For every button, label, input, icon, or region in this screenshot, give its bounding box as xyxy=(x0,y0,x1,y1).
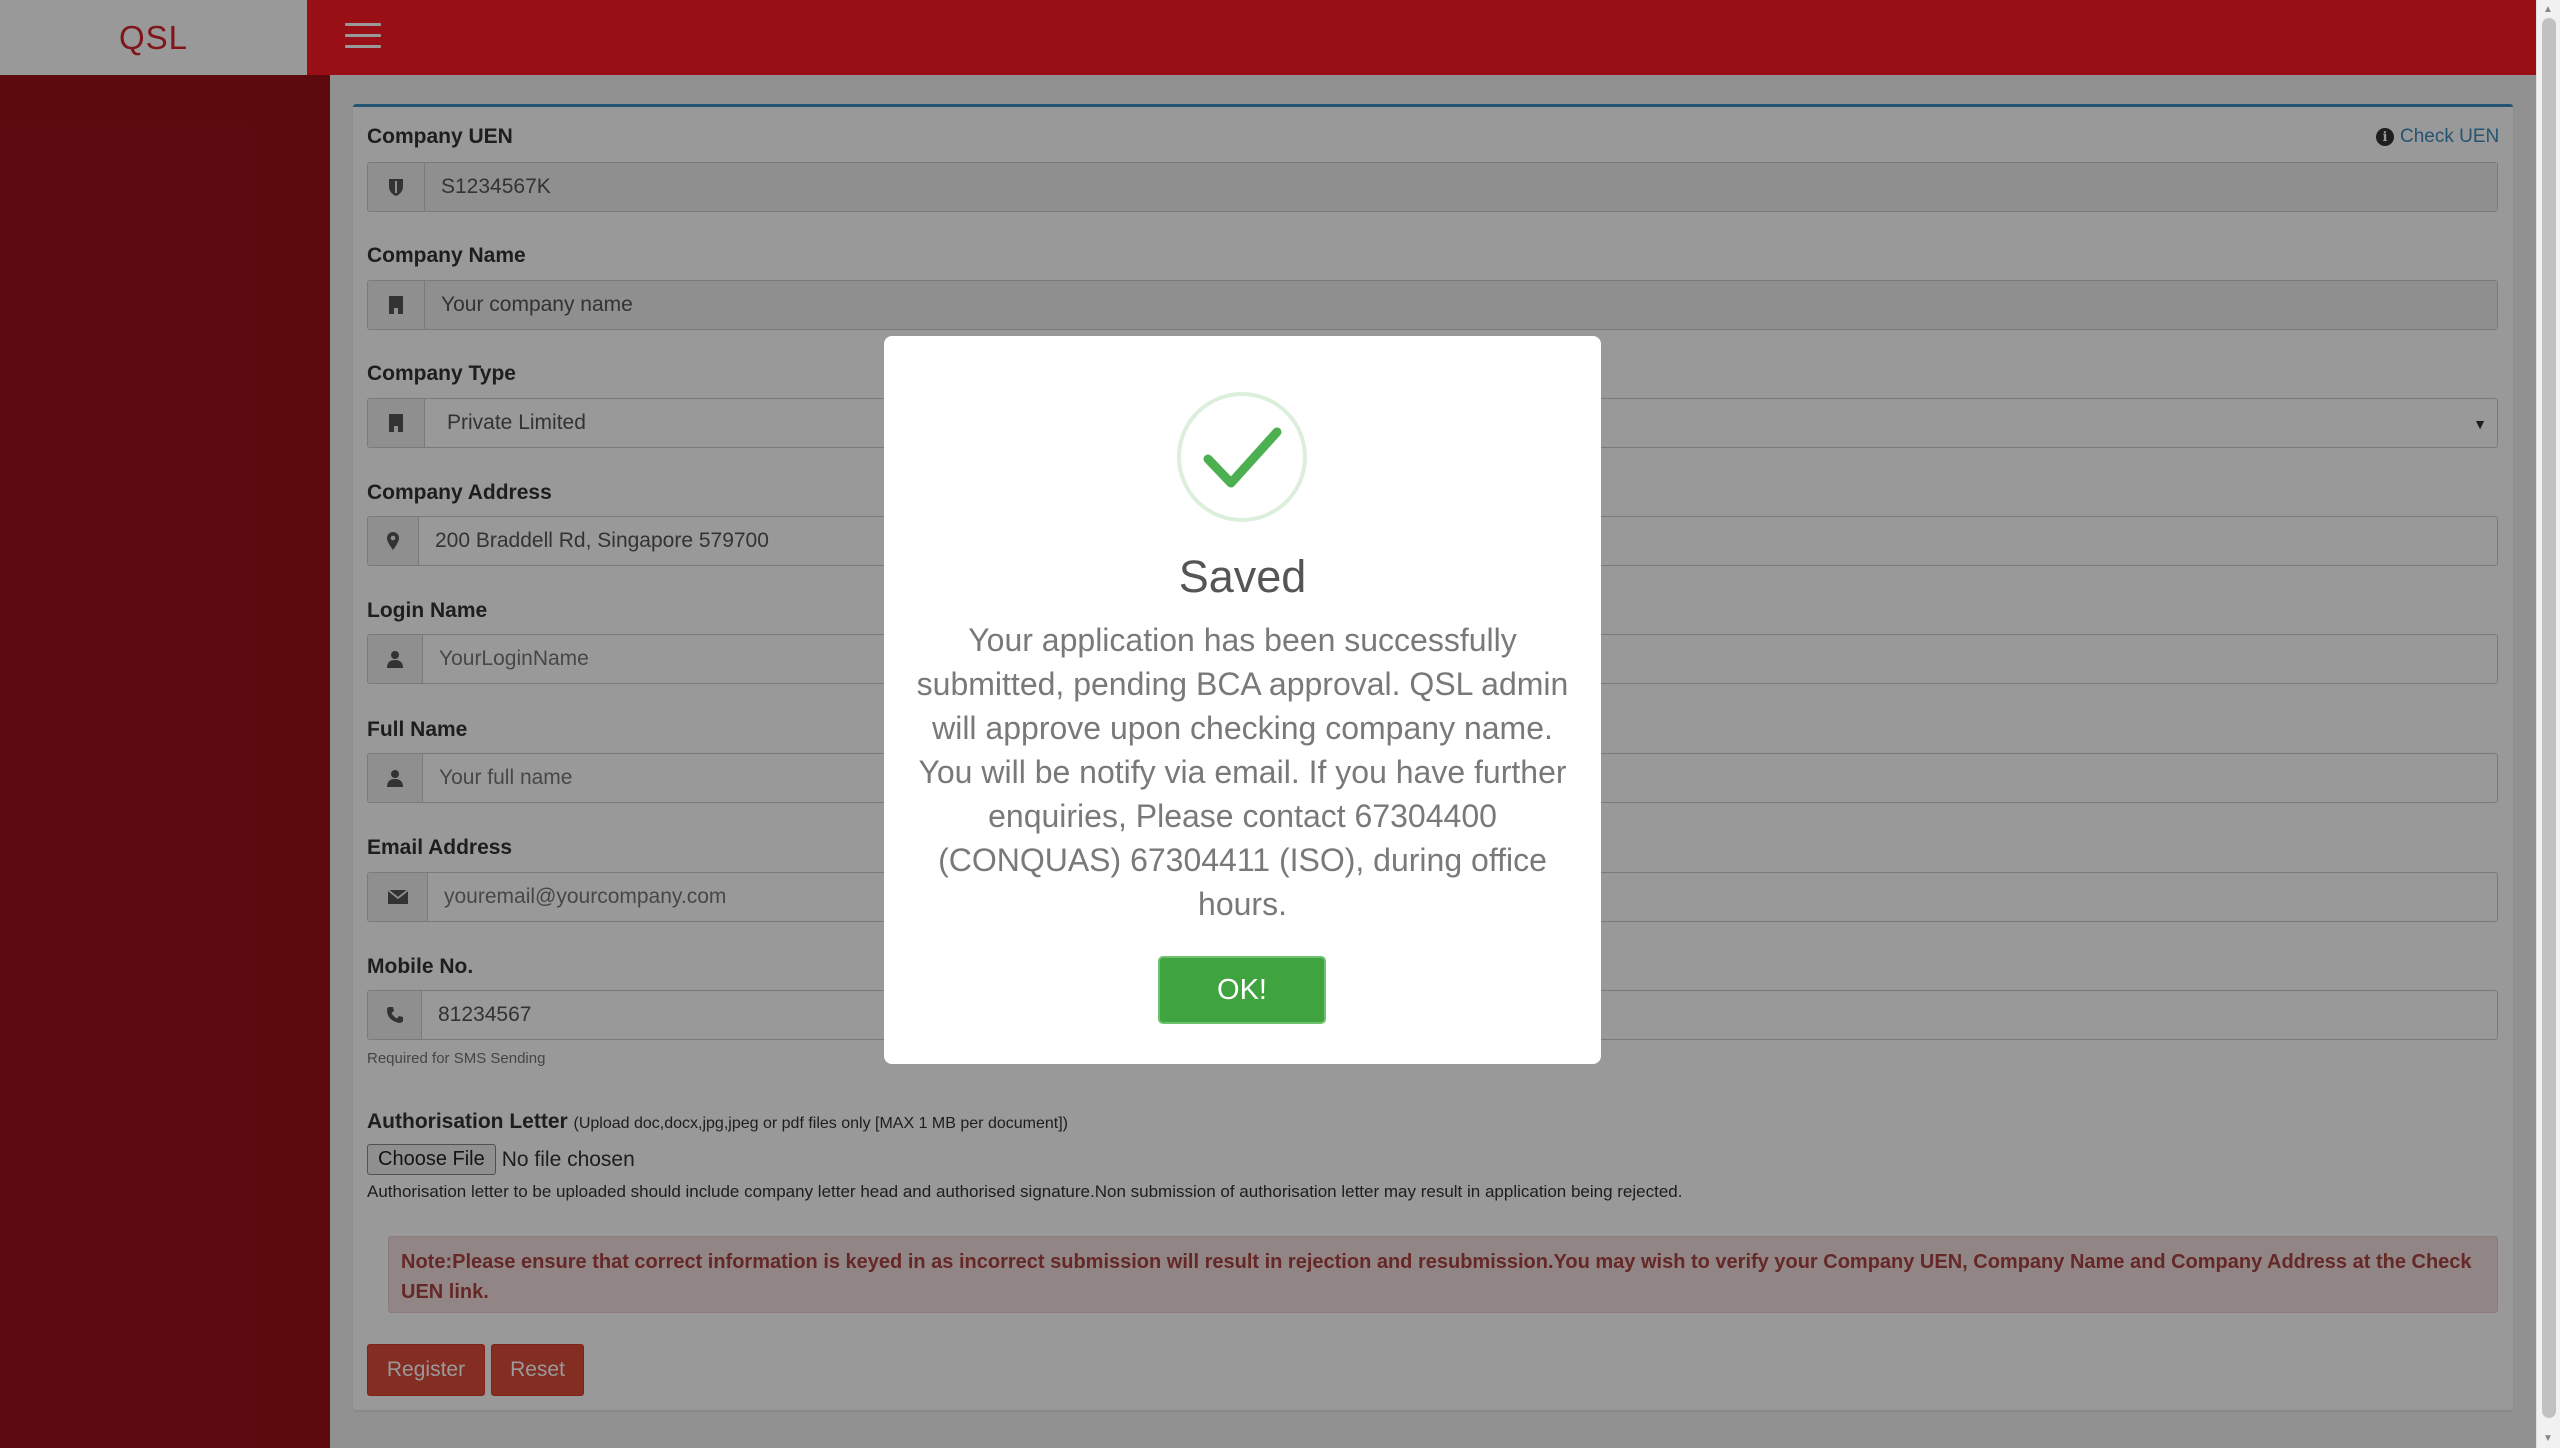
success-check-icon xyxy=(1177,392,1307,522)
scroll-down-icon[interactable]: ▼ xyxy=(2543,1433,2553,1444)
ok-button[interactable]: OK! xyxy=(1158,956,1326,1024)
dialog-message: Your application has been successfully s… xyxy=(916,622,1569,922)
scrollbar[interactable]: ▲ ▼ xyxy=(2536,0,2560,1448)
scroll-up-icon[interactable]: ▲ xyxy=(2543,4,2553,15)
dialog-title: Saved xyxy=(1178,551,1307,602)
scroll-thumb[interactable] xyxy=(2542,18,2556,1418)
success-dialog: Saved Your application has been successf… xyxy=(884,336,1601,1064)
